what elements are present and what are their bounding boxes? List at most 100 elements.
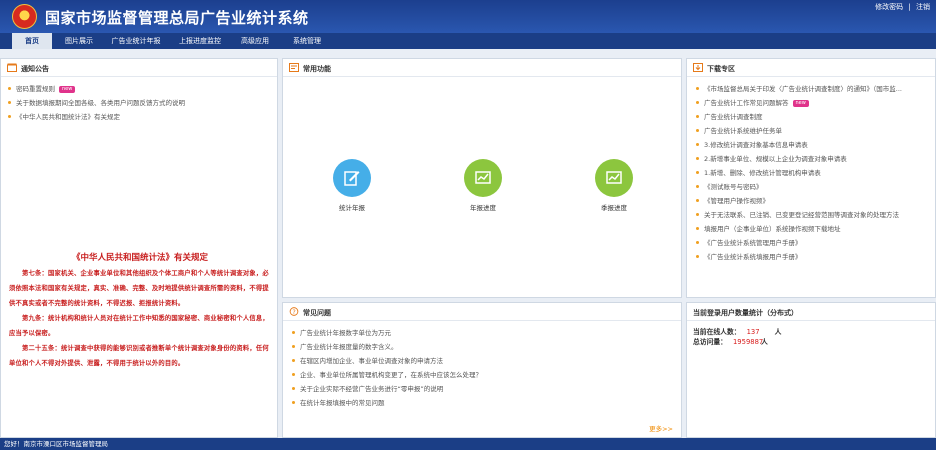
quarterly-progress-button[interactable]: 季报进度 [579,159,649,212]
nav-tab-system-admin[interactable]: 系统管理 [282,33,332,49]
list-item[interactable]: 关于数据填报期间全国各级、各类用户问题反馈方式的说明 [7,96,277,110]
bullet-icon [292,401,295,404]
stats-panel-header: 当前登录用户数量统计（分布式） [687,303,935,321]
national-emblem-icon [12,4,37,29]
list-item[interactable]: 1.新增、删除、修改统计管理机构申请表 [695,166,931,180]
new-badge: new [792,99,809,107]
nav-tab-home[interactable]: 首页 [12,33,52,49]
bullet-icon [696,227,699,230]
notice-item-text: 关于数据填报期间全国各级、各类用户问题反馈方式的说明 [16,99,185,107]
bullet-icon [292,359,295,362]
list-item[interactable]: 关于企业实际不经营广告业务进行“零申报”的说明 [291,382,681,396]
list-item[interactable]: 3.修改统计调查对象基本信息申请表 [695,138,931,152]
status-footer: 您好！南京市溧口区市场监督管理局 [0,438,936,450]
list-item[interactable]: 广告业统计调查制度 [695,110,931,124]
list-item[interactable]: 在统计年报填报中的常见问题 [291,396,681,410]
list-item[interactable]: 广告业统计系统维护任务单 [695,124,931,138]
chart-icon [595,159,633,197]
bullet-icon [696,129,699,132]
faq-title: 常见问题 [303,309,331,317]
faq-panel: ? 常见问题 广告业统计年报数字单位为万元 广告业统计年报度量的数字含义。 在辖… [282,302,682,438]
bullet-icon [696,101,699,104]
annual-progress-button[interactable]: 年报进度 [448,159,518,212]
faq-item-text: 广告业统计年报度量的数字含义。 [300,343,398,351]
downloads-list: 《市场监督总局关于印发〈广告业统计调查制度〉的通知》（国市监... 广告业统计工… [687,82,931,264]
bullet-icon [696,115,699,118]
download-item-text: 1.新增、删除、修改统计管理机构申请表 [704,169,821,177]
notice-panel: 通知公告 密码重置规则 new 关于数据填报期间全国各级、各类用户问题反馈方式的说… [0,58,278,438]
notice-panel-header: 通知公告 [1,59,277,77]
quarterly-progress-label: 季报进度 [601,204,627,212]
online-users-row: 当前在线人数： 137 人 [687,327,935,337]
download-item-text: 《广告业统计系统管理用户手册》 [704,239,802,247]
list-item[interactable]: 广告业统计年报度量的数字含义。 [291,340,681,354]
bullet-icon [696,157,699,160]
link-separator: | [908,3,911,11]
online-users-label: 当前在线人数： [693,328,741,336]
nav-tab-advanced[interactable]: 高级应用 [232,33,278,49]
nav-tab-annual-report[interactable]: 广告业统计年报 [104,33,168,49]
annual-report-button[interactable]: 统计年报 [317,159,387,212]
chart-icon [464,159,502,197]
list-item[interactable]: 《管理用户操作视频》 [695,194,931,208]
faq-list: 广告业统计年报数字单位为万元 广告业统计年报度量的数字含义。 在辖区内增加企业、… [283,326,681,430]
notice-icon [7,63,17,72]
notice-title: 通知公告 [21,65,49,73]
faq-panel-header: ? 常见问题 [283,303,681,321]
list-item[interactable]: 关于无法联系、已注销、已变更登记经营范围等调查对象的处理方法 [695,208,931,222]
list-item[interactable]: 企业、事业单位所属管理机构变更了，在系统中应该怎么处理？ [291,368,681,382]
user-stats-panel: 当前登录用户数量统计（分布式） 当前在线人数： 137 人 总访问量： 1959887… [686,302,936,438]
download-item-text: 《广告业统计系统填报用户手册》 [704,253,802,261]
online-users-value: 137 [746,328,760,336]
download-item-text: 《市场监督总局关于印发〈广告业统计调查制度〉的通知》（国市监... [704,85,902,93]
bullet-icon [8,87,11,90]
download-item-text: 关于无法联系、已注销、已变更登记经营范围等调查对象的处理方法 [704,211,899,219]
total-visits-value: 1959887 [732,338,764,346]
downloads-panel-header: 下载专区 [687,59,935,77]
nav-tab-image-gallery[interactable]: 图片展示 [56,33,102,49]
stats-title: 当前登录用户数量统计（分布式） [693,309,798,317]
notice-item-text: 密码重置规则 [16,85,55,93]
faq-more-link[interactable]: 更多>> [649,423,673,433]
question-icon: ? [289,307,299,316]
functions-panel-header: 常用功能 [283,59,681,77]
list-item[interactable]: 《广告业统计系统填报用户手册》 [695,250,931,264]
top-links: 修改密码 | 注销 [872,2,930,12]
change-password-link[interactable]: 修改密码 [875,3,903,11]
list-item[interactable]: 《测试账号与密码》 [695,180,931,194]
list-item[interactable]: 广告业统计工作常见问题解答 new [695,96,931,110]
download-item-text: 广告业统计系统维护任务单 [704,127,782,135]
annual-progress-label: 年报进度 [470,204,496,212]
bullet-icon [696,143,699,146]
app-title: 国家市场监督管理总局广告业统计系统 [45,9,309,27]
list-item[interactable]: 《中华人民共和国统计法》有关规定 [7,110,277,124]
main-nav: 首页 图片展示 广告业统计年报 上报进度监控 高级应用 系统管理 [0,33,936,49]
list-item[interactable]: 《广告业统计系统管理用户手册》 [695,236,931,250]
notice-item-text: 《中华人民共和国统计法》有关规定 [16,113,120,121]
list-item[interactable]: 《市场监督总局关于印发〈广告业统计调查制度〉的通知》（国市监... [695,82,931,96]
svg-text:?: ? [292,309,295,316]
new-badge: new [59,85,76,93]
faq-item-text: 关于企业实际不经营广告业务进行“零申报”的说明 [300,385,444,393]
bullet-icon [292,387,295,390]
list-item[interactable]: 密码重置规则 new [7,82,277,96]
list-item[interactable]: 2.新增事业单位、规模以上企业为调查对象申请表 [695,152,931,166]
bullet-icon [8,115,11,118]
faq-item-text: 在统计年报填报中的常见问题 [300,399,385,407]
faq-item-text: 在辖区内增加企业、事业单位调查对象的申请方法 [300,357,443,365]
download-item-text: 3.修改统计调查对象基本信息申请表 [704,141,808,149]
faq-item-text: 广告业统计年报数字单位为万元 [300,329,391,337]
list-item[interactable]: 在辖区内增加企业、事业单位调查对象的申请方法 [291,354,681,368]
download-item-text: 广告业统计调查制度 [704,113,763,121]
report-edit-icon [333,159,371,197]
total-visits-row: 总访问量： 1959887人 [687,337,935,347]
online-users-unit: 人 [774,328,782,336]
law-paragraph: 第七条：国家机关、企业事业单位和其他组织及个体工商户和个人等统计调查对象，必须依… [9,270,269,307]
list-item[interactable]: 填报用户（企事业单位）系统操作视频下载地址 [695,222,931,236]
bullet-icon [292,345,295,348]
list-item[interactable]: 广告业统计年报数字单位为万元 [291,326,681,340]
downloads-title: 下载专区 [707,65,735,73]
nav-tab-progress-monitor[interactable]: 上报进度监控 [171,33,229,49]
logout-link[interactable]: 注销 [916,3,930,11]
bullet-icon [292,331,295,334]
